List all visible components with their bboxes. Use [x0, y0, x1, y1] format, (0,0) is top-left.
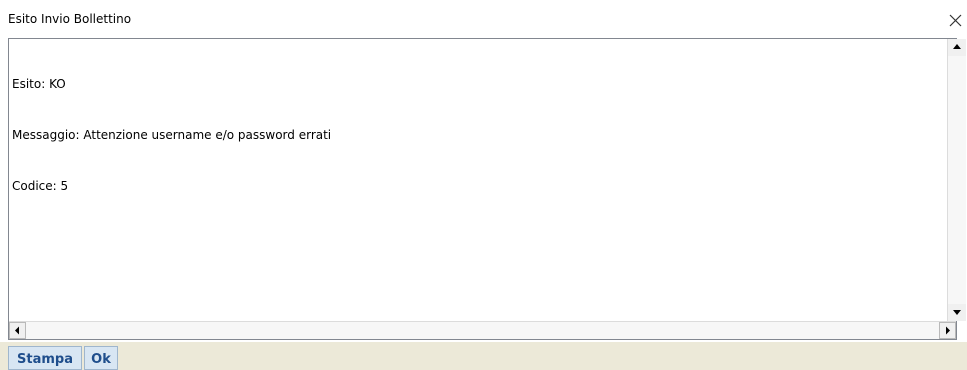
button-bar: Stampa Ok	[0, 342, 967, 370]
result-line-esito: Esito: KO	[12, 77, 66, 91]
arrow-up-icon	[953, 44, 961, 49]
result-line-codice: Codice: 5	[12, 179, 69, 193]
result-textarea[interactable]: Esito: KO Messaggio: Attenzione username…	[8, 38, 966, 340]
horizontal-scroll-track[interactable]	[26, 322, 939, 339]
title-bar: Esito Invio Bollettino	[0, 0, 967, 38]
ok-button[interactable]: Ok	[84, 346, 118, 370]
vertical-scrollbar[interactable]	[947, 39, 966, 321]
arrow-left-icon	[15, 326, 19, 335]
scroll-up-button[interactable]	[948, 39, 966, 56]
close-button[interactable]	[947, 9, 965, 29]
result-line-messaggio: Messaggio: Attenzione username e/o passw…	[12, 128, 332, 142]
arrow-down-icon	[953, 310, 961, 315]
dialog-title: Esito Invio Bollettino	[8, 12, 132, 26]
dialog-window: Esito Invio Bollettino Esito: KO Messagg…	[0, 0, 967, 370]
result-text: Esito: KO Messaggio: Attenzione username…	[12, 42, 936, 319]
vertical-scroll-track[interactable]	[948, 56, 966, 304]
horizontal-scrollbar[interactable]	[9, 321, 956, 339]
arrow-right-icon	[946, 326, 950, 335]
print-button[interactable]: Stampa	[8, 346, 82, 370]
scroll-right-button[interactable]	[939, 322, 956, 339]
scroll-left-button[interactable]	[9, 322, 26, 339]
close-icon	[949, 14, 962, 27]
scroll-down-button[interactable]	[948, 304, 966, 321]
